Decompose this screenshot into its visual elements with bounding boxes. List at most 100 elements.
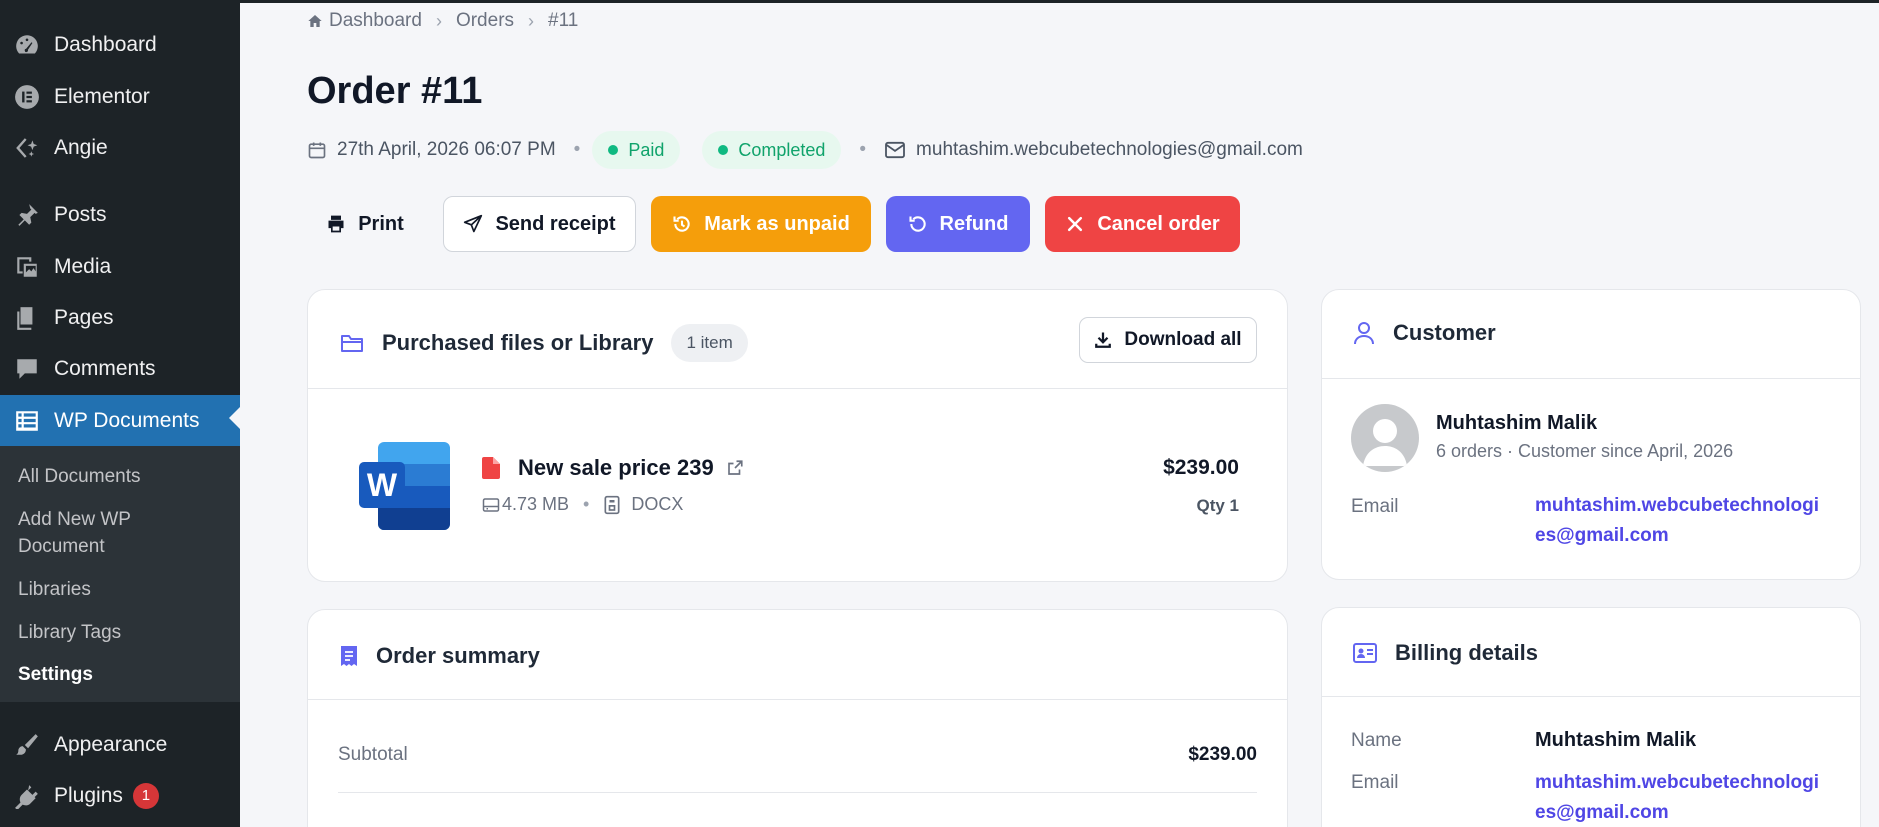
- meta-separator: •: [583, 494, 590, 514]
- file-meta-row: 4.73 MB • DOCX: [482, 494, 683, 515]
- home-icon: [308, 15, 322, 27]
- calendar-icon: [308, 142, 326, 159]
- refund-button[interactable]: Refund: [886, 196, 1030, 252]
- order-email[interactable]: muhtashim.webcubetechnologies@gmail.com: [916, 139, 1303, 161]
- menu-angie[interactable]: Angie: [0, 125, 240, 171]
- payment-status-badge: Paid: [592, 131, 681, 169]
- customer-email[interactable]: muhtashim.webcubetechnologi es@gmail.com: [1535, 491, 1819, 551]
- billing-name-label: Name: [1351, 730, 1402, 751]
- dashboard-icon: [0, 32, 54, 58]
- list-icon: [0, 408, 54, 434]
- submenu-add-new-line1[interactable]: Add New WP: [18, 506, 131, 533]
- print-button[interactable]: Print: [307, 196, 423, 252]
- plugins-update-badge: 1: [132, 783, 159, 809]
- billing-email-line2: es@gmail.com: [1535, 802, 1669, 823]
- receipt-icon: [341, 646, 357, 666]
- close-icon: [1068, 216, 1083, 232]
- menu-wp-documents[interactable]: WP Documents: [0, 395, 240, 447]
- menu-comments[interactable]: Comments: [0, 346, 240, 392]
- file-name[interactable]: New sale price 239: [518, 455, 714, 481]
- elementor-icon: [0, 84, 54, 110]
- card-divider: [308, 388, 1287, 389]
- card-divider: [1322, 696, 1860, 697]
- customer-title: Customer: [1393, 320, 1496, 345]
- purchased-files-header: Purchased files or Library 1 item: [340, 324, 748, 362]
- menu-appearance[interactable]: Appearance: [0, 722, 240, 768]
- payment-status-label: Paid: [628, 139, 665, 160]
- pin-icon: [0, 202, 54, 228]
- order-summary-header: Order summary: [340, 643, 540, 669]
- refund-label: Refund: [939, 212, 1009, 235]
- cancel-order-button[interactable]: Cancel order: [1045, 196, 1240, 252]
- submenu-library-tags[interactable]: Library Tags: [18, 619, 121, 646]
- subtotal-value: $239.00: [1188, 744, 1257, 765]
- file-qty: Qty 1: [1196, 496, 1239, 515]
- menu-angie-label: Angie: [54, 136, 108, 159]
- file-type-icon: [604, 495, 620, 514]
- history-icon: [673, 216, 690, 232]
- menu-appearance-label: Appearance: [54, 733, 168, 756]
- order-date: 27th April, 2026 06:07 PM: [337, 139, 556, 160]
- billing-email[interactable]: muhtashim.webcubetechnologi es@gmail.com: [1535, 768, 1819, 827]
- breadcrumb: Dashboard › Orders › #11: [307, 10, 578, 32]
- order-status-label: Completed: [738, 139, 826, 160]
- send-receipt-label: Send receipt: [495, 212, 616, 235]
- brush-icon: [0, 732, 54, 758]
- card-divider: [1322, 378, 1860, 379]
- download-icon: [1095, 332, 1112, 348]
- download-all-label: Download all: [1124, 329, 1242, 350]
- mark-unpaid-button[interactable]: Mark as unpaid: [651, 196, 871, 252]
- meta-separator: •: [859, 139, 867, 160]
- submenu-all-documents[interactable]: All Documents: [18, 463, 141, 490]
- menu-dashboard-label: Dashboard: [54, 33, 157, 56]
- card-divider: [308, 699, 1287, 700]
- page-title: Order #11: [307, 70, 483, 112]
- avatar: [1351, 404, 1419, 472]
- item-count-badge: 1 item: [671, 324, 748, 362]
- file-price: $239.00: [1163, 456, 1239, 479]
- menu-elementor[interactable]: Elementor: [0, 74, 240, 120]
- printer-icon: [328, 215, 344, 233]
- print-label: Print: [358, 212, 404, 235]
- external-link-icon[interactable]: [726, 459, 744, 477]
- breadcrumb-current: #11: [548, 10, 579, 31]
- breadcrumb-dashboard[interactable]: Dashboard: [307, 10, 422, 32]
- menu-wp-documents-label: WP Documents: [54, 409, 200, 432]
- submenu-add-new-line2[interactable]: Document: [18, 533, 105, 560]
- menu-posts-label: Posts: [54, 203, 107, 226]
- menu-pages[interactable]: Pages: [0, 295, 240, 341]
- angie-icon: [0, 135, 54, 161]
- word-file-icon: W: [358, 438, 454, 534]
- customer-email-label: Email: [1351, 496, 1399, 517]
- meta-separator: •: [573, 139, 581, 160]
- breadcrumb-orders[interactable]: Orders: [456, 10, 514, 32]
- menu-dashboard[interactable]: Dashboard: [0, 22, 240, 68]
- menu-posts[interactable]: Posts: [0, 192, 240, 238]
- chevron-right-icon: ›: [528, 10, 535, 31]
- billing-details-card: Billing details Name Muhtashim Malik Ema…: [1321, 607, 1861, 827]
- cancel-order-label: Cancel order: [1097, 212, 1220, 235]
- billing-email-label: Email: [1351, 772, 1399, 793]
- top-border: [240, 0, 1879, 3]
- submenu-settings[interactable]: Settings: [18, 661, 93, 688]
- mail-icon: [885, 141, 905, 159]
- submenu-libraries[interactable]: Libraries: [18, 576, 91, 603]
- plug-icon: [0, 783, 54, 809]
- admin-sidebar: Dashboard Elementor Angie Posts Media Pa…: [0, 0, 240, 827]
- order-meta: 27th April, 2026 06:07 PM • Paid Complet…: [307, 131, 1303, 169]
- file-type: DOCX: [631, 494, 684, 514]
- download-all-button[interactable]: Download all: [1079, 317, 1257, 363]
- send-icon: [464, 214, 483, 233]
- customer-summary: 6 orders · Customer since April, 2026: [1436, 441, 1734, 461]
- send-receipt-button[interactable]: Send receipt: [443, 196, 636, 252]
- customer-email-line2: es@gmail.com: [1535, 525, 1669, 546]
- menu-media[interactable]: Media: [0, 244, 240, 290]
- customer-email-line1: muhtashim.webcubetechnologi: [1535, 495, 1819, 516]
- id-card-icon: [1353, 643, 1377, 663]
- billing-title: Billing details: [1395, 640, 1539, 665]
- billing-header: Billing details: [1353, 640, 1538, 666]
- billing-name-value: Muhtashim Malik: [1535, 729, 1697, 751]
- comment-icon: [0, 356, 54, 382]
- menu-plugins[interactable]: Plugins 1: [0, 773, 240, 819]
- customer-card: Customer Muhtashim Malik 6 orders · Cust…: [1321, 289, 1861, 580]
